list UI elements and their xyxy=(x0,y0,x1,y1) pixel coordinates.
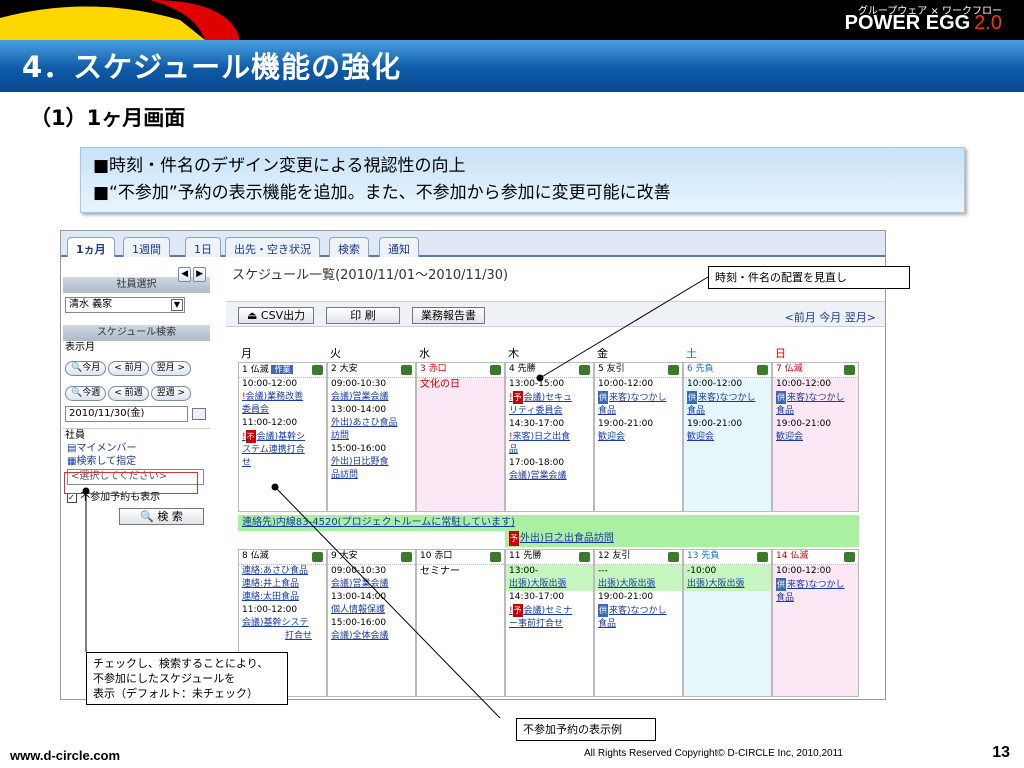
slide: グループウェア × ワークフロー POWER EGG 2.0 4．スケジュール機能… xyxy=(0,0,1024,768)
callout-checkbox-explanation: チェックし、検索することにより、 不参加にしたスケジュールを 表示（デフォルト：… xyxy=(86,652,288,705)
callout-line: チェックし、検索することにより、 xyxy=(93,657,269,670)
footer-url[interactable]: www.d-circle.com xyxy=(10,748,120,763)
callout-layout-review: 時刻・件名の配置を見直し xyxy=(708,266,910,289)
callout-line: 不参加にしたスケジュールを xyxy=(93,672,236,685)
callout-absent-example: 不参加予約の表示例 xyxy=(516,718,656,741)
page-number: 13 xyxy=(992,744,1010,761)
footer-copyright: All Rights Reserved Copyright© D-CIRCLE … xyxy=(584,748,843,759)
callout-line: 表示（デフォルト：未チェック） xyxy=(93,687,258,700)
